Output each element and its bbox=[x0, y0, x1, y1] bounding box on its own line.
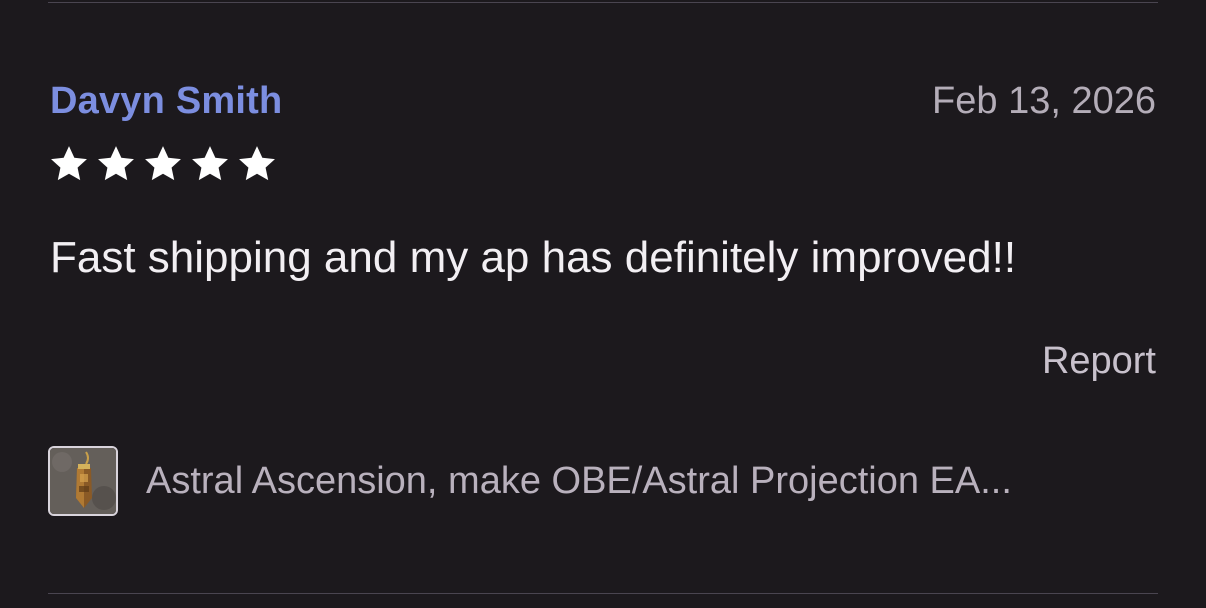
star-rating bbox=[48, 143, 278, 185]
crystal-pendant-image bbox=[50, 448, 116, 514]
product-thumbnail[interactable] bbox=[48, 446, 118, 516]
star-icon bbox=[192, 146, 228, 181]
top-divider bbox=[48, 2, 1158, 3]
review-card: Davyn Smith Feb 13, 2026 Fast shipping a… bbox=[0, 0, 1206, 608]
star-icon bbox=[98, 146, 134, 181]
product-title[interactable]: Astral Ascension, make OBE/Astral Projec… bbox=[146, 460, 1012, 503]
star-icon bbox=[145, 146, 181, 181]
reviewer-name[interactable]: Davyn Smith bbox=[50, 80, 282, 123]
review-date: Feb 13, 2026 bbox=[932, 80, 1156, 122]
product-link[interactable]: Astral Ascension, make OBE/Astral Projec… bbox=[48, 446, 1012, 516]
bottom-divider bbox=[48, 593, 1158, 594]
review-text: Fast shipping and my ap has definitely i… bbox=[50, 233, 1017, 282]
star-icon bbox=[239, 146, 275, 181]
star-icon bbox=[51, 146, 87, 181]
report-button[interactable]: Report bbox=[1042, 340, 1156, 383]
